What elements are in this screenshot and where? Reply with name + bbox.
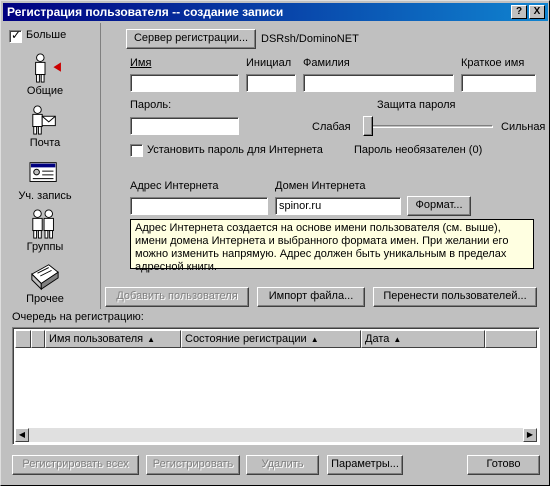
server-value: DSRsh/DominoNET [261, 33, 359, 45]
column-header-date[interactable]: Дата ▲ [361, 330, 485, 348]
sidebar-item-general[interactable]: Общие [5, 53, 85, 97]
internet-domain-field[interactable]: spinor.ru [275, 197, 401, 215]
horizontal-scrollbar[interactable]: ◀ ▶ [15, 428, 537, 442]
register-button[interactable]: Регистрировать [146, 455, 240, 475]
column-header-status[interactable]: Состояние регистрации ▲ [181, 330, 361, 348]
internet-password-checkbox[interactable] [130, 144, 143, 157]
group-icon [32, 209, 54, 239]
sort-triangle-icon: ▲ [393, 335, 402, 344]
password-strength-slider[interactable] [363, 115, 495, 137]
scroll-right-icon[interactable]: ▶ [523, 428, 537, 442]
more-checkbox[interactable]: ✓ [9, 28, 22, 43]
sidebar-item-label: Общие [26, 85, 64, 97]
first-name-label: Имя [130, 57, 152, 69]
more-label: Больше [26, 29, 67, 41]
register-all-button[interactable]: Регистрировать всех [12, 455, 139, 475]
initial-field[interactable] [246, 74, 296, 92]
column-header-flag[interactable] [31, 330, 45, 348]
password-label: Пароль: [130, 99, 172, 111]
id-card-icon [29, 162, 57, 182]
sidebar-item-label: Прочее [26, 293, 64, 305]
sidebar: ✓ Больше Общие Почта Уч. запись Группы П… [5, 23, 101, 309]
internet-password-label: Установить пароль для Интернета [147, 144, 323, 156]
window-title: Регистрация пользователя -- создание зап… [7, 5, 284, 19]
add-user-button[interactable]: Добавить пользователя [105, 287, 249, 307]
sort-triangle-icon: ▲ [310, 335, 319, 344]
close-button[interactable]: X [529, 5, 545, 19]
mail-icon [32, 105, 56, 135]
scroll-left-icon[interactable]: ◀ [15, 428, 29, 442]
weak-label: Слабая [312, 121, 351, 133]
column-header-label: Состояние регистрации [185, 333, 307, 345]
password-strength-title: Защита пароля [377, 99, 456, 111]
delete-button[interactable]: Удалить [246, 455, 319, 475]
column-header-label: Имя пользователя [49, 333, 144, 345]
column-header-blank[interactable] [15, 330, 31, 348]
internet-domain-label: Домен Интернета [275, 180, 366, 192]
internet-address-field[interactable] [130, 197, 268, 215]
import-file-button[interactable]: Импорт файла... [257, 287, 365, 307]
check-mark-icon: ✓ [11, 28, 22, 42]
internet-info-box: Адрес Интернета создается на основе имен… [130, 219, 534, 273]
first-name-field[interactable] [130, 74, 239, 92]
person-icon [35, 53, 61, 83]
sidebar-item-misc[interactable]: Прочее [5, 261, 85, 305]
help-button[interactable]: ? [511, 5, 527, 19]
registration-queue-list[interactable]: Имя пользователя ▲ Состояние регистрации ▲… [12, 327, 540, 445]
registration-server-button[interactable]: Сервер регистрации... [126, 29, 256, 49]
selected-arrow-icon [53, 62, 61, 72]
move-users-button[interactable]: Перенести пользователей... [373, 287, 537, 307]
initial-label: Инициал [246, 57, 292, 69]
short-name-field[interactable] [461, 74, 536, 92]
password-field[interactable] [130, 117, 239, 135]
sidebar-item-account[interactable]: Уч. запись [5, 158, 85, 202]
internet-address-label: Адрес Интернета [130, 180, 219, 192]
format-button[interactable]: Формат... [407, 196, 471, 216]
registration-dialog: Регистрация пользователя -- создание зап… [0, 0, 550, 486]
title-bar[interactable]: Регистрация пользователя -- создание зап… [3, 3, 548, 21]
slider-thumb[interactable] [363, 116, 373, 136]
password-optional-status: Пароль необязателен (0) [354, 144, 483, 156]
sidebar-item-label: Уч. запись [18, 190, 72, 202]
parameters-button[interactable]: Параметры... [327, 455, 403, 475]
sidebar-item-label: Почта [29, 137, 61, 149]
misc-icon [31, 264, 59, 291]
sidebar-item-mail[interactable]: Почта [5, 105, 85, 149]
short-name-label: Краткое имя [461, 57, 525, 69]
slider-track [365, 125, 493, 128]
sort-triangle-icon: ▲ [147, 335, 156, 344]
strong-label: Сильная [501, 121, 546, 133]
last-name-label: Фамилия [303, 57, 350, 69]
column-header-extra[interactable] [485, 330, 537, 348]
last-name-field[interactable] [303, 74, 454, 92]
sidebar-item-groups[interactable]: Группы [5, 209, 85, 253]
done-button[interactable]: Готово [467, 455, 540, 475]
column-header-label: Дата [365, 333, 390, 345]
sidebar-item-label: Группы [26, 241, 64, 253]
queue-label: Очередь на регистрацию: [12, 311, 144, 323]
column-header-user-name[interactable]: Имя пользователя ▲ [45, 330, 181, 348]
